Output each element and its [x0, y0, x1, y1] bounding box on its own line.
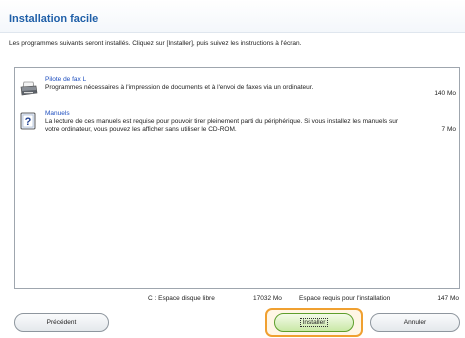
item-description: La lecture de ces manuels est requise po…	[45, 118, 398, 133]
item-description: Programmes nécessaires à l'impression de…	[45, 84, 314, 91]
svg-text:?: ?	[25, 116, 32, 128]
help-manual-icon: ?	[20, 112, 36, 130]
install-button-label: Installer	[299, 318, 329, 327]
previous-button[interactable]: Précédent	[14, 313, 109, 332]
required-space-label: Espace requis pour l'installation	[299, 295, 391, 302]
page-instructions: Les programmes suivants seront installés…	[9, 40, 302, 47]
item-size: 7 Mo	[441, 126, 456, 133]
install-button-highlight: Installer	[265, 308, 363, 337]
printer-icon	[20, 81, 38, 96]
item-size: 140 Mo	[434, 90, 456, 97]
item-name: Manuels	[45, 110, 70, 117]
item-name: Pilote de fax L	[45, 76, 87, 83]
disk-free-value: 17032 Mo	[253, 295, 282, 302]
disk-free-label: C : Espace disque libre	[148, 295, 215, 302]
program-list[interactable]: Pilote de fax L Programmes nécessaires à…	[14, 67, 460, 289]
cancel-button[interactable]: Annuler	[370, 313, 460, 332]
required-space-value: 147 Mo	[437, 295, 459, 302]
page-title: Installation facile	[9, 13, 99, 25]
install-button[interactable]: Installer	[274, 313, 354, 332]
